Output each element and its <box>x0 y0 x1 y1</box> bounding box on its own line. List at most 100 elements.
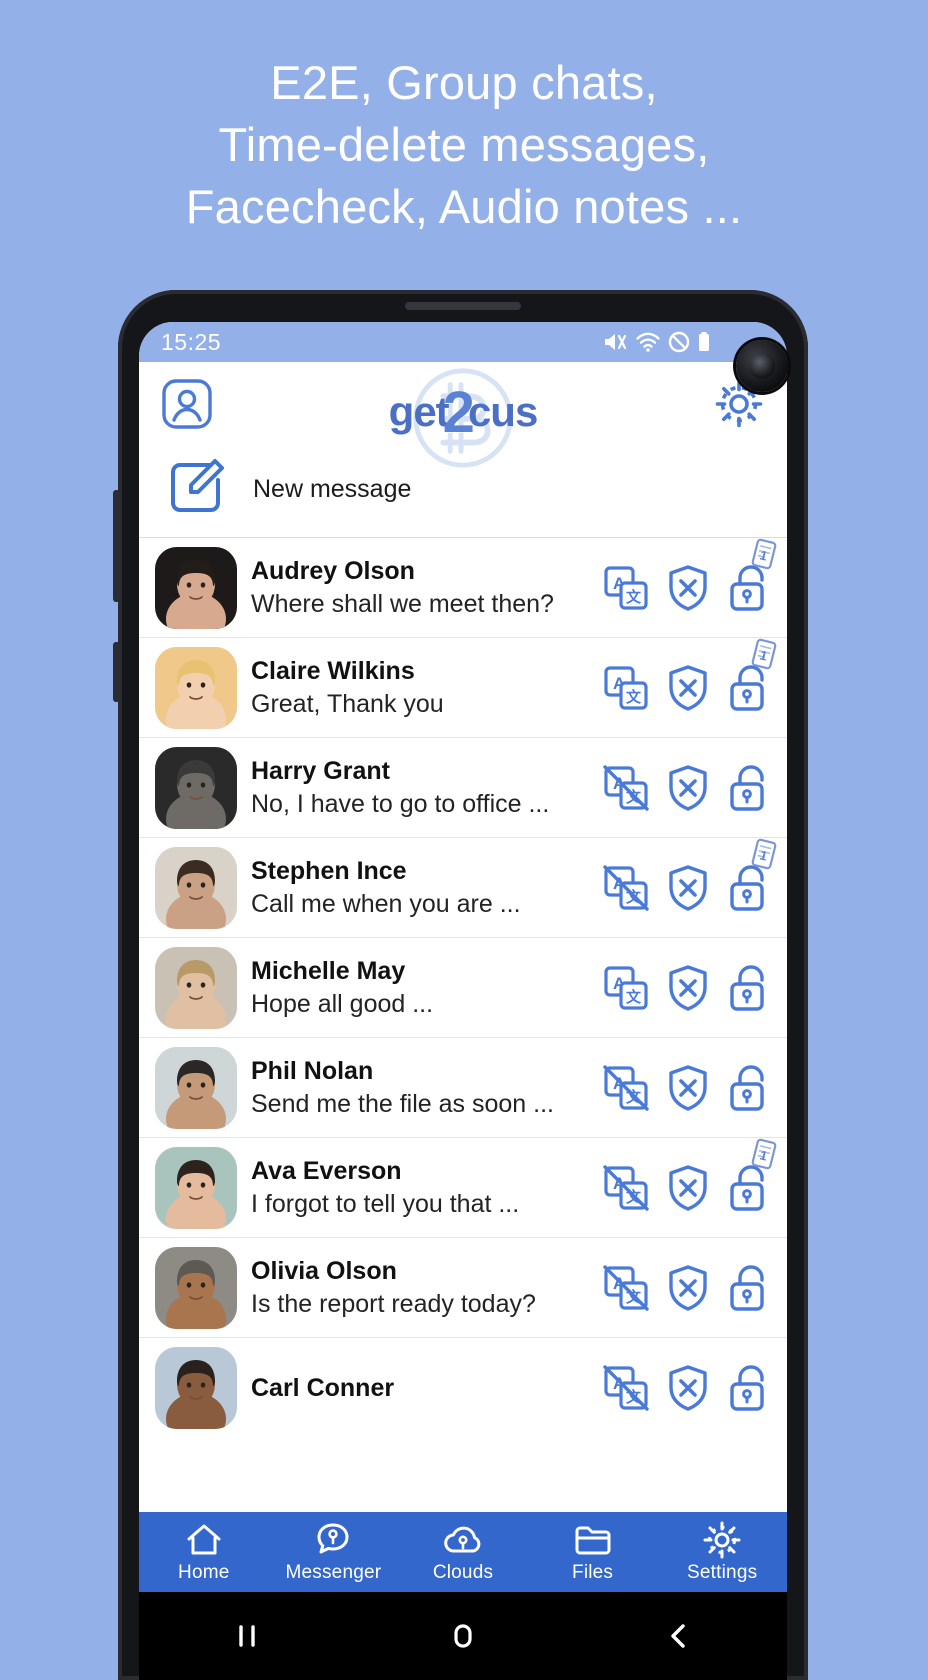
chat-row-actions: A 文 1 <box>601 1138 787 1213</box>
nav-item-settings[interactable]: Settings <box>657 1520 787 1584</box>
chat-name: Harry Grant <box>251 756 390 785</box>
chat-text: Michelle May Hope all good ... <box>237 955 601 1021</box>
chat-name: Claire Wilkins <box>251 656 415 685</box>
shield-x-icon[interactable] <box>663 1063 713 1113</box>
earpiece-speaker <box>405 302 521 310</box>
do-not-disturb-icon <box>668 331 690 353</box>
chat-preview: Great, Thank you <box>251 689 444 718</box>
chat-preview: I forgot to tell you that ... <box>251 1189 520 1218</box>
shield-x-icon[interactable] <box>663 963 713 1013</box>
volume-button[interactable] <box>113 490 119 602</box>
unlocked-padlock-icon[interactable] <box>725 963 775 1013</box>
avatar <box>155 1346 237 1429</box>
svg-text:文: 文 <box>626 688 642 706</box>
chat-row-actions: A 文 1 <box>601 838 787 913</box>
avatar <box>155 746 237 829</box>
chat-name: Stephen Ince <box>251 856 407 885</box>
back-chevron-icon[interactable] <box>662 1619 696 1653</box>
nav-label: Clouds <box>432 1562 494 1583</box>
chat-preview: Hope all good ... <box>251 989 434 1018</box>
unlocked-padlock-icon[interactable] <box>725 1063 775 1113</box>
translate-off-icon[interactable]: A 文 <box>601 863 651 913</box>
promo-headline: E2E, Group chats, Time-delete messages, … <box>0 52 928 238</box>
translate-off-icon[interactable]: A 文 <box>601 1363 651 1413</box>
power-button[interactable] <box>113 642 119 702</box>
chat-row[interactable]: Audrey Olson Where shall we meet then? A… <box>139 537 787 637</box>
avatar <box>155 1246 237 1329</box>
shield-x-icon[interactable] <box>663 563 713 613</box>
translate-off-icon[interactable]: A 文 <box>601 1263 651 1313</box>
unlocked-padlock-icon[interactable]: 1 <box>725 638 777 713</box>
unlocked-padlock-icon[interactable] <box>725 763 775 813</box>
chat-name: Olivia Olson <box>251 1256 397 1285</box>
translate-off-icon[interactable]: A 文 <box>601 1063 651 1113</box>
chat-name: Michelle May <box>251 956 406 985</box>
chat-preview: Is the report ready today? <box>251 1289 536 1318</box>
unlocked-padlock-icon[interactable]: 1 <box>725 538 777 613</box>
shield-x-icon[interactable] <box>663 663 713 713</box>
chat-text: Ava Everson I forgot to tell you that ..… <box>237 1155 601 1221</box>
home-pill-icon[interactable] <box>446 1619 480 1653</box>
promo-line-2: Time-delete messages, <box>218 118 710 171</box>
wifi-icon <box>635 331 661 353</box>
chat-row-actions: A 文 <box>601 1263 787 1313</box>
chat-name: Carl Conner <box>251 1373 395 1402</box>
chat-row[interactable]: Ava Everson I forgot to tell you that ..… <box>139 1137 787 1237</box>
shield-x-icon[interactable] <box>663 763 713 813</box>
new-message-label: New message <box>253 475 412 503</box>
svg-text:文: 文 <box>626 988 642 1006</box>
logo-text: get2cus <box>389 373 539 445</box>
unlocked-padlock-icon[interactable] <box>725 1363 775 1413</box>
shield-x-icon[interactable] <box>663 1363 713 1413</box>
nav-label: Settings <box>687 1562 758 1583</box>
chat-preview: No, I have to go to office ... <box>251 789 550 818</box>
chat-row[interactable]: Phil Nolan Send me the file as soon ... … <box>139 1037 787 1137</box>
battery-icon <box>697 331 711 353</box>
nav-item-messenger[interactable]: Messenger <box>269 1520 399 1584</box>
app-header: get2cus <box>139 362 787 468</box>
shield-x-icon[interactable] <box>663 1163 713 1213</box>
avatar <box>155 546 237 629</box>
message-key-icon <box>313 1520 353 1560</box>
translate-off-icon[interactable]: A 文 <box>601 1163 651 1213</box>
cloud-key-icon <box>443 1520 483 1560</box>
nav-item-home[interactable]: Home <box>139 1520 269 1584</box>
logo-text-two: 2 <box>442 379 475 445</box>
unlocked-padlock-icon[interactable] <box>725 1263 775 1313</box>
svg-text:文: 文 <box>626 588 642 606</box>
chat-row-actions: A 文 <box>601 963 787 1013</box>
avatar <box>155 846 237 929</box>
chat-row[interactable]: Michelle May Hope all good ... A 文 <box>139 937 787 1037</box>
translate-icon[interactable]: A 文 <box>601 563 651 613</box>
chat-preview: Call me when you are ... <box>251 889 521 918</box>
shield-x-icon[interactable] <box>663 863 713 913</box>
home-icon <box>184 1520 224 1560</box>
chat-name: Audrey Olson <box>251 556 415 585</box>
unlocked-padlock-icon[interactable]: 1 <box>725 838 777 913</box>
translate-icon[interactable]: A 文 <box>601 963 651 1013</box>
promo-line-3: Facecheck, Audio notes ... <box>185 180 743 233</box>
chat-row[interactable]: Harry Grant No, I have to go to office .… <box>139 737 787 837</box>
chat-row-actions: A 文 <box>601 1363 787 1413</box>
shield-x-icon[interactable] <box>663 1263 713 1313</box>
avatar <box>155 1146 237 1229</box>
volume-mute-icon <box>602 331 628 353</box>
translate-icon[interactable]: A 文 <box>601 663 651 713</box>
logo-text-cus: cus <box>467 387 538 435</box>
compose-icon[interactable] <box>165 456 227 523</box>
recents-icon[interactable] <box>230 1619 264 1653</box>
phone-screen: 15:25 get2cus New message Audrey Olson W… <box>139 322 787 1597</box>
translate-off-icon[interactable]: A 文 <box>601 763 651 813</box>
chat-row[interactable]: Claire Wilkins Great, Thank you A 文 1 <box>139 637 787 737</box>
unlocked-padlock-icon[interactable]: 1 <box>725 1138 777 1213</box>
nav-label: Files <box>572 1562 614 1583</box>
nav-item-files[interactable]: Files <box>528 1520 658 1584</box>
chat-text: Claire Wilkins Great, Thank you <box>237 655 601 721</box>
chat-row[interactable]: Olivia Olson Is the report ready today? … <box>139 1237 787 1337</box>
nav-item-clouds[interactable]: Clouds <box>398 1520 528 1584</box>
chat-row[interactable]: Stephen Ince Call me when you are ... A … <box>139 837 787 937</box>
profile-icon[interactable] <box>161 378 213 435</box>
nav-label: Messenger <box>285 1562 382 1583</box>
chat-text: Carl Conner <box>237 1372 601 1404</box>
chat-row[interactable]: Carl Conner A 文 <box>139 1337 787 1437</box>
